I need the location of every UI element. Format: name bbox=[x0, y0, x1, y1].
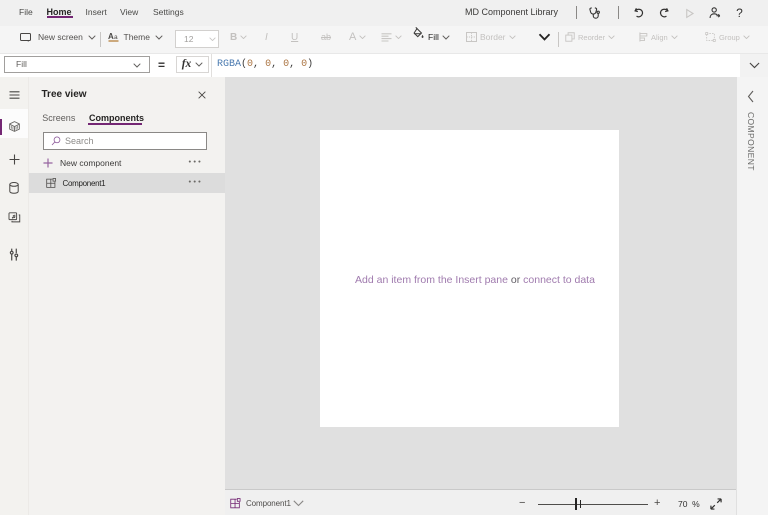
svg-text:a: a bbox=[114, 34, 118, 41]
